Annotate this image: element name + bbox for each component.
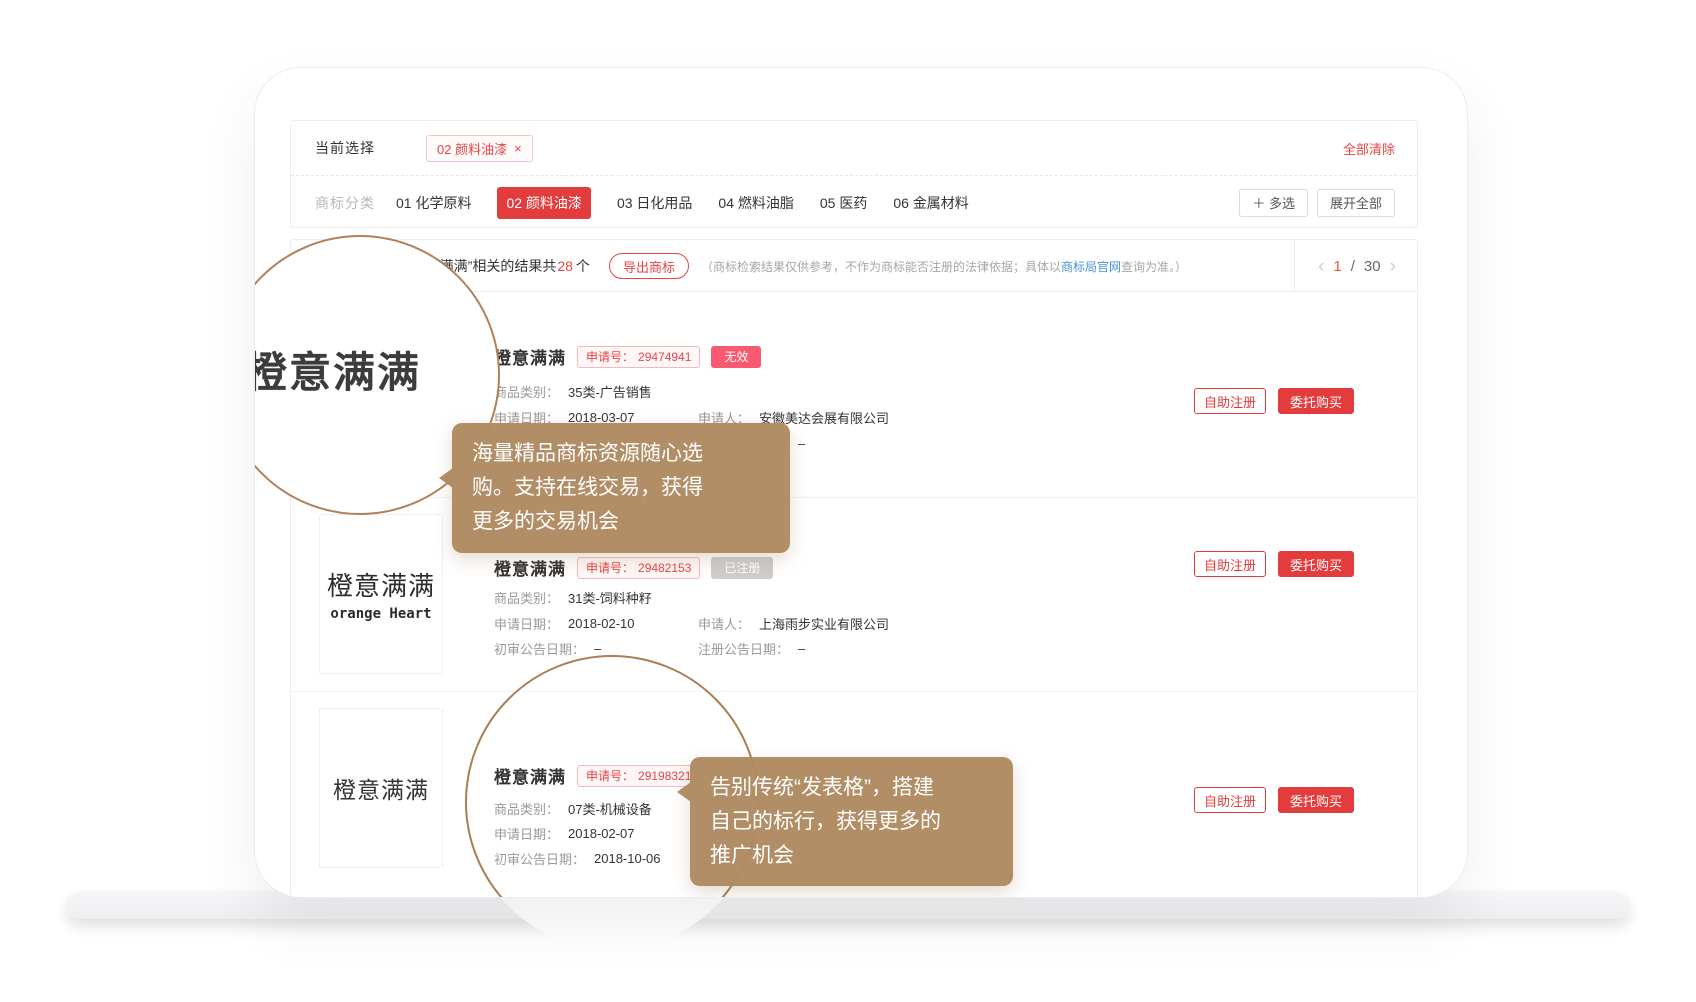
trademark-name: 橙意满满 [494, 344, 566, 369]
self-register-button[interactable]: 自助注册 [1194, 551, 1266, 577]
entrust-buy-button[interactable]: 委托购买 [1278, 787, 1354, 813]
field-apply-date: 申请日期： 2018-02-10 [494, 614, 635, 632]
selected-filter-tag[interactable]: 02 颜料油漆 × [426, 135, 533, 162]
tooltip-promotion: 告别传统“发表格”，搭建 自己的标行，获得更多的 推广机会 [690, 757, 1013, 886]
current-selection-row: 当前选择 02 颜料油漆 × 全部清除 [291, 121, 1417, 175]
trademark-search-page: 当前选择 02 颜料油漆 × 全部清除 商标分类 01 化学原料 02 颜料油漆… [0, 0, 1696, 1002]
logo-cn-text: 橙意满满 [333, 771, 429, 805]
category-item-02-selected[interactable]: 02 颜料油漆 [497, 187, 590, 219]
disclaimer-suffix: 查询为准。） [1121, 258, 1187, 275]
application-number-label: 申请号： [586, 348, 634, 365]
results-disclaimer: （商标检索结果仅供参考，不作为商标能否注册的法律依据；具体以 商标局官网 查询为… [701, 240, 1187, 292]
category-item-05[interactable]: 05 医药 [820, 193, 867, 213]
trademark-name: 橙意满满 [494, 555, 566, 580]
selected-filter-tag-text: 02 颜料油漆 [437, 139, 507, 158]
expand-all-button[interactable]: 展开全部 [1317, 189, 1395, 217]
field-first-pub: 初审公告日期： – [494, 639, 601, 657]
magnified-trademark-text: 橙意满满 [255, 339, 421, 400]
category-tools: ＋ 多选 展开全部 [1239, 189, 1395, 217]
page-separator: / [1351, 258, 1355, 275]
next-page-icon[interactable]: › [1390, 257, 1396, 276]
status-badge: 无效 [711, 346, 761, 368]
self-register-button[interactable]: 自助注册 [1194, 787, 1266, 813]
entrust-buy-button[interactable]: 委托购买 [1278, 388, 1354, 414]
export-trademarks-button[interactable]: 导出商标 [609, 253, 689, 279]
field-category: 商品类别： 35类-广告销售 [494, 382, 652, 400]
remove-tag-icon[interactable]: × [514, 141, 522, 156]
category-item-03[interactable]: 03 日化用品 [617, 193, 692, 213]
tooltip-marketplace: 海量精品商标资源随心选 购。支持在线交易，获得 更多的交易机会 [452, 423, 790, 553]
self-register-button[interactable]: 自助注册 [1194, 388, 1266, 414]
trademark-title-line: 橙意满满 申请号： 29482153 已注册 [494, 555, 773, 580]
trademark-image: 橙意满满 orange Heart [319, 514, 443, 674]
entrust-buy-button[interactable]: 委托购买 [1278, 551, 1354, 577]
category-row: 商标分类 01 化学原料 02 颜料油漆 03 日化用品 04 燃料油脂 05 … [291, 175, 1417, 229]
application-number-value: 29474941 [638, 350, 691, 364]
logo-en-text: orange Heart [330, 606, 431, 622]
category-item-04[interactable]: 04 燃料油脂 [718, 193, 793, 213]
application-number-badge: 申请号： 29474941 [577, 346, 700, 368]
filter-panel: 当前选择 02 颜料油漆 × 全部清除 商标分类 01 化学原料 02 颜料油漆… [290, 120, 1418, 228]
clear-all-link[interactable]: 全部清除 [1343, 139, 1395, 158]
current-page: 1 [1333, 258, 1341, 275]
disclaimer-text: （商标检索结果仅供参考，不作为商标能否注册的法律依据；具体以 [701, 258, 1061, 275]
application-number-value: 29482153 [638, 561, 691, 575]
field-applicant: 申请人： 上海雨步实业有限公司 [698, 614, 889, 632]
application-number-label: 申请号： [586, 559, 634, 576]
field-category: 商品类别： 31类-饲料种籽 [494, 588, 652, 606]
application-number-badge: 申请号： 29482153 [577, 557, 700, 579]
status-badge: 已注册 [711, 557, 773, 579]
multi-select-button[interactable]: ＋ 多选 [1239, 189, 1308, 217]
total-pages: 30 [1364, 258, 1381, 275]
trademark-image: 橙意满满 [319, 708, 443, 868]
current-selection-label: 当前选择 [315, 138, 375, 158]
summary-suffix: 个 [576, 256, 590, 276]
screen-card: 当前选择 02 颜料油漆 × 全部清除 商标分类 01 化学原料 02 颜料油漆… [255, 68, 1467, 897]
field-reg-pub: 注册公告日期： – [698, 639, 805, 657]
pagination: ‹ 1 / 30 › [1294, 240, 1419, 292]
results-count: 28 [556, 258, 576, 274]
category-item-01[interactable]: 01 化学原料 [396, 193, 471, 213]
category-list: 01 化学原料 02 颜料油漆 03 日化用品 04 燃料油脂 05 医药 06… [396, 187, 969, 219]
trademark-title-line: 橙意满满 申请号： 29474941 无效 [494, 344, 761, 369]
trademark-office-link[interactable]: 商标局官网 [1061, 258, 1121, 275]
category-item-06[interactable]: 06 金属材料 [893, 193, 968, 213]
prev-page-icon[interactable]: ‹ [1318, 257, 1324, 276]
logo-cn-text: 橙意满满 [327, 566, 435, 603]
category-label: 商标分类 [315, 193, 375, 213]
